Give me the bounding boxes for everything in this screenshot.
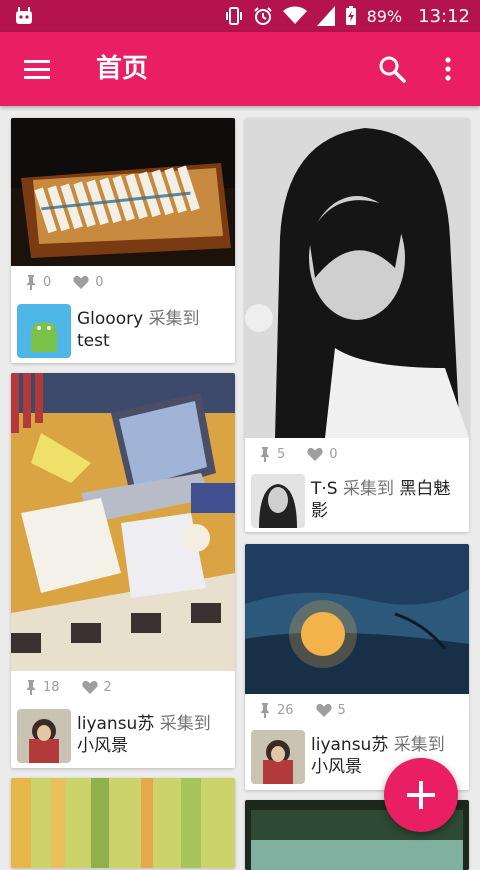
heart-icon	[307, 447, 323, 461]
pin-count: 18	[43, 679, 60, 695]
pin-image[interactable]	[11, 778, 235, 868]
pin-image[interactable]	[11, 373, 235, 671]
pin-board[interactable]: test	[77, 331, 110, 351]
pin-image[interactable]	[245, 544, 469, 694]
pin-stats: 26 5	[259, 696, 368, 724]
heart-icon	[73, 275, 89, 289]
pin-user[interactable]: liyansu苏	[311, 735, 388, 755]
avatar[interactable]	[251, 474, 305, 528]
heart-icon	[315, 703, 332, 717]
feed-card[interactable]: 26 5 liyansu苏 采集到 小风景	[245, 544, 469, 790]
avatar[interactable]	[251, 730, 305, 784]
pin-image[interactable]	[11, 118, 235, 266]
battery-percent: 89%	[366, 6, 403, 26]
clock: 13:12	[418, 5, 470, 27]
like-count: 5	[337, 702, 346, 718]
vibrate-icon	[225, 7, 242, 25]
like-count: 0	[95, 274, 104, 290]
avatar[interactable]	[17, 304, 71, 358]
pin-action: 采集到	[393, 735, 445, 755]
pin-board[interactable]: 小风景	[311, 757, 362, 777]
pin-user[interactable]: T·S	[311, 479, 338, 499]
app-bar: 首页	[0, 32, 480, 106]
search-icon[interactable]	[374, 51, 410, 87]
pin-icon	[27, 275, 35, 290]
feed-card[interactable]	[11, 778, 235, 868]
pin-stats: 0 0	[25, 268, 126, 296]
more-vert-icon[interactable]	[430, 51, 466, 87]
pin-icon	[27, 680, 35, 695]
add-button[interactable]	[384, 758, 458, 832]
feed-card[interactable]: 18 2 liyansu苏 采集到 小风景	[11, 373, 235, 768]
pin-action: 采集到	[148, 309, 200, 329]
pin-action: 采集到	[343, 479, 394, 499]
pin-stats: 5 0	[259, 440, 360, 468]
menu-icon[interactable]	[20, 52, 54, 86]
pin-stats: 18 2	[25, 673, 134, 701]
pin-meta: Glooory 采集到 test	[17, 304, 229, 358]
signal-icon	[316, 6, 335, 26]
pin-image[interactable]	[245, 118, 469, 438]
status-bar: 89% 13:12	[0, 0, 480, 32]
pin-count: 0	[43, 274, 52, 290]
pin-icon	[261, 703, 269, 718]
avatar[interactable]	[17, 709, 71, 763]
pin-action: 采集到	[159, 714, 211, 734]
feed-card[interactable]: 0 0 Glooory 采集到 test	[11, 118, 235, 363]
wifi-icon	[282, 6, 307, 24]
page-title: 首页	[96, 54, 149, 84]
pin-count: 26	[277, 702, 294, 718]
heart-icon	[81, 680, 98, 694]
pin-icon	[261, 447, 269, 462]
pin-user[interactable]: liyansu苏	[77, 714, 154, 734]
pin-meta: T·S 采集到 黑白魅影	[251, 474, 463, 528]
android-icon	[16, 7, 32, 24]
pin-count: 5	[277, 446, 286, 462]
pin-user[interactable]: Glooory	[77, 309, 143, 329]
like-count: 2	[103, 679, 112, 695]
battery-icon	[345, 6, 356, 25]
feed-card[interactable]: 5 0 T·S 采集到 黑白魅影	[245, 118, 469, 532]
pin-board[interactable]: 小风景	[77, 736, 128, 756]
like-count: 0	[329, 446, 338, 462]
pin-meta: liyansu苏 采集到 小风景	[17, 709, 229, 763]
alarm-icon	[253, 7, 272, 25]
add-icon	[407, 781, 435, 809]
status-icons: 89% 13:12	[225, 0, 470, 32]
